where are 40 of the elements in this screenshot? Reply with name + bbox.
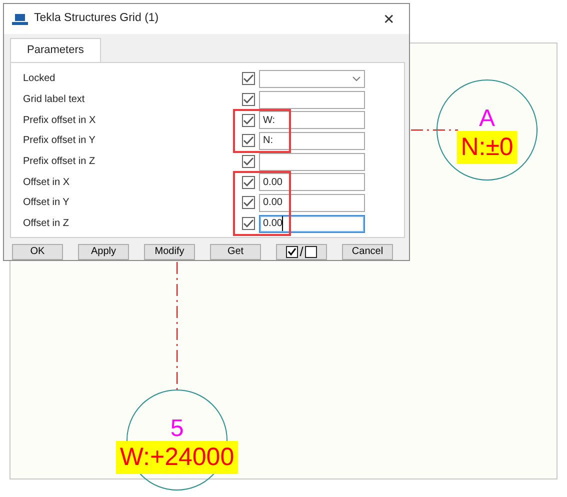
dialog-button[interactable]: OK bbox=[12, 244, 63, 260]
dropdown-field[interactable] bbox=[259, 70, 365, 88]
input-field[interactable] bbox=[259, 152, 365, 171]
toggle-button[interactable]: / bbox=[276, 244, 327, 260]
close-button[interactable]: ✕ bbox=[377, 12, 401, 26]
checkbox[interactable] bbox=[242, 114, 255, 127]
checkbox[interactable] bbox=[242, 196, 255, 210]
dialog-button[interactable]: Cancel bbox=[342, 244, 393, 260]
field-label: Locked bbox=[22, 72, 56, 86]
grid-label: N:±0 bbox=[460, 133, 514, 161]
dialog-button[interactable]: Get bbox=[210, 244, 261, 260]
input-field[interactable] bbox=[259, 90, 365, 109]
dialog-button[interactable]: Modify bbox=[144, 244, 195, 260]
field-label: Offset in X bbox=[22, 176, 71, 190]
checked-box-icon bbox=[286, 246, 298, 258]
field-label: Prefix offset in X bbox=[22, 114, 97, 128]
app-icon bbox=[12, 12, 28, 26]
input-field[interactable]: 0.00 bbox=[259, 214, 365, 233]
chevron-icon bbox=[352, 76, 361, 82]
window-title: Tekla Structures Grid (1) bbox=[34, 11, 160, 26]
checkbox[interactable] bbox=[242, 176, 255, 189]
checkbox[interactable] bbox=[242, 72, 255, 86]
field-label: Grid label text bbox=[22, 93, 86, 108]
input-field[interactable]: W: bbox=[259, 111, 365, 130]
checkbox[interactable] bbox=[242, 93, 255, 106]
input-field[interactable]: 0.00 bbox=[259, 173, 365, 192]
grid-name: 5 bbox=[170, 415, 184, 442]
checkbox[interactable] bbox=[242, 134, 255, 148]
input-field[interactable]: 0.00 bbox=[259, 194, 365, 212]
field-label: Offset in Z bbox=[22, 217, 70, 232]
tab[interactable]: Parameters bbox=[10, 38, 101, 62]
input-field[interactable]: N: bbox=[259, 132, 365, 150]
checkbox[interactable] bbox=[242, 217, 255, 230]
field-label: Offset in Y bbox=[22, 196, 70, 210]
dialog-button[interactable]: Apply bbox=[78, 244, 129, 260]
grid-label: W:+24000 bbox=[120, 443, 234, 471]
field-label: Prefix offset in Y bbox=[22, 134, 96, 148]
grid-name: A bbox=[479, 105, 495, 132]
checkbox[interactable] bbox=[242, 155, 255, 168]
field-label: Prefix offset in Z bbox=[22, 155, 96, 170]
